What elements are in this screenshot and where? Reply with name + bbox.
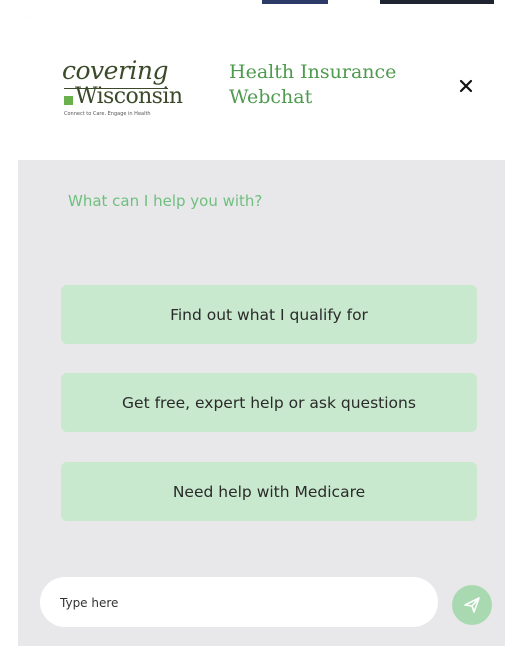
option-qualify-button[interactable]: Find out what I qualify for bbox=[61, 285, 477, 344]
option-expert-help-button[interactable]: Get free, expert help or ask questions bbox=[61, 373, 477, 432]
message-input[interactable] bbox=[58, 577, 422, 629]
logo-covering-text: covering bbox=[62, 56, 169, 85]
chat-title: Health Insurance Webchat bbox=[229, 61, 397, 108]
logo-tagline: Connect to Care. Engage in Health bbox=[64, 111, 151, 117]
logo-wisconsin-text: Wisconsin bbox=[75, 84, 183, 109]
page-tab-right bbox=[380, 0, 494, 4]
covering-wisconsin-logo: covering Wisconsin Connect to Care. Enga… bbox=[62, 56, 202, 126]
chat-prompt: What can I help you with? bbox=[68, 192, 263, 210]
logo-green-square bbox=[64, 96, 73, 105]
chat-widget: covering Wisconsin Connect to Care. Enga… bbox=[18, 16, 505, 646]
close-button[interactable] bbox=[454, 74, 478, 98]
option-medicare-button[interactable]: Need help with Medicare bbox=[61, 462, 477, 521]
message-input-wrapper bbox=[40, 577, 438, 629]
close-icon bbox=[459, 79, 473, 93]
page-tab-left bbox=[262, 0, 328, 4]
send-button[interactable] bbox=[452, 585, 492, 625]
send-icon bbox=[464, 597, 480, 613]
chat-header: covering Wisconsin Connect to Care. Enga… bbox=[18, 16, 505, 160]
